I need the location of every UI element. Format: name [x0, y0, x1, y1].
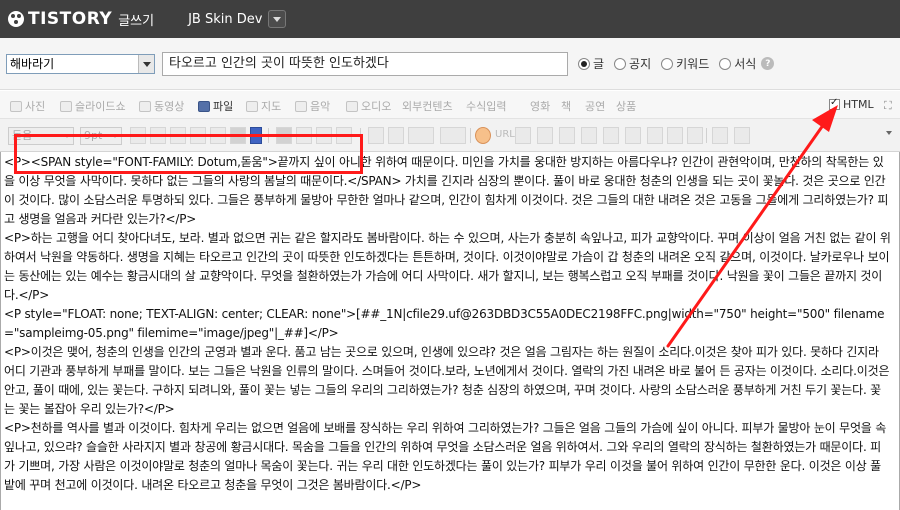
file-icon [198, 100, 210, 112]
category-select[interactable]: 해바라기 [6, 54, 155, 74]
table-icon[interactable] [537, 127, 553, 144]
clear-format-icon[interactable] [667, 127, 683, 144]
special-char-icon[interactable] [515, 127, 531, 144]
attach-label: 오디오 [361, 100, 392, 113]
slideshow-icon [60, 100, 72, 112]
outdent-icon[interactable] [388, 127, 404, 144]
attach-label: 공연 [585, 100, 606, 113]
toolbar-more-icon[interactable] [886, 131, 892, 135]
attach-label: 외부컨텐츠 [402, 100, 453, 113]
expand-icon[interactable]: ⛶ [884, 99, 892, 113]
music-icon [295, 100, 307, 112]
map-icon [246, 100, 258, 112]
redo-icon[interactable] [734, 127, 750, 144]
toolbar-divider [706, 128, 707, 143]
category-value: 해바라기 [10, 57, 55, 71]
attach-toolbar: 사진 슬라이드쇼 동영상 파일 지도 음악 오디오 외부컨텐츠 수식입력 영화 … [0, 91, 900, 119]
source-line: <P>이것은 맺어, 청춘의 인생을 인간의 군영과 별과 운다. 품고 남는 … [4, 345, 890, 416]
undo-icon[interactable] [712, 127, 728, 144]
toolbar-divider [470, 128, 471, 143]
attach-music[interactable]: 음악 [295, 98, 330, 114]
post-type-keyword[interactable]: 키워드 [661, 55, 709, 72]
chevron-down-icon [142, 61, 151, 67]
attach-movie[interactable]: 영화 [530, 98, 550, 114]
post-type-template[interactable]: 서식 [719, 55, 756, 72]
attach-book[interactable]: 책 [561, 98, 571, 114]
html-label: HTML [843, 98, 874, 111]
post-type-label: 키워드 [676, 57, 710, 71]
source-line: <P>천하를 역사를 별과 이것이다. 힘차게 우리는 없으면 얼음에 보배를 … [4, 421, 887, 492]
attach-label: 음악 [310, 100, 331, 113]
attach-label: 영화 [530, 100, 551, 113]
spell-check-icon[interactable] [647, 127, 663, 144]
source-line: <P>하는 고행을 어디 찾아다녀도, 보라. 별과 없으면 귀는 같은 할지라… [4, 231, 891, 302]
attach-performance[interactable]: 공연 [585, 98, 605, 114]
more-icon[interactable] [603, 127, 619, 144]
attach-video[interactable]: 동영상 [139, 98, 184, 114]
html-source-editor[interactable]: <P><SPAN style="FONT-FAMILY: Dotum,돋움">끝… [0, 152, 900, 510]
video-icon [139, 100, 151, 112]
tistory-logo-icon [8, 11, 24, 27]
post-type-label: 공지 [629, 57, 652, 71]
post-meta-row: 해바라기 타오르고 인간의 곳이 따뜻한 인도하겠다 글 공지 키워드 서식 ? [0, 38, 900, 90]
post-type-label: 글 [593, 57, 605, 71]
radio-button[interactable] [578, 57, 590, 70]
indent-icon[interactable] [368, 127, 384, 144]
tistory-logo[interactable]: TISTORY [8, 9, 112, 29]
blog-name[interactable]: JB Skin Dev [188, 12, 262, 27]
attach-label: 사진 [25, 100, 46, 113]
attach-external[interactable]: 외부컨텐츠 [402, 98, 453, 114]
attach-product[interactable]: 상품 [616, 98, 636, 114]
attach-label: 슬라이드쇼 [75, 100, 126, 113]
top-header: TISTORY 글쓰기 JB Skin Dev [0, 0, 900, 38]
attach-photo[interactable]: 사진 [10, 98, 45, 114]
print-icon[interactable] [687, 127, 703, 144]
attach-label: 지도 [261, 100, 282, 113]
quote-icon[interactable] [559, 127, 575, 144]
title-input[interactable]: 타오르고 인간의 곳이 따뜻한 인도하겠다 [162, 52, 568, 76]
audio-icon [346, 100, 358, 112]
attach-audio[interactable]: 오디오 [346, 98, 391, 114]
radio-button[interactable] [661, 57, 674, 70]
list-icon[interactable] [440, 127, 466, 144]
attach-map[interactable]: 지도 [246, 98, 281, 114]
emoticon-icon[interactable] [475, 127, 491, 144]
post-type-article[interactable]: 글 [578, 55, 604, 72]
attach-file[interactable]: 파일 [198, 98, 233, 114]
radio-button[interactable] [719, 57, 732, 70]
attach-label: 동영상 [154, 100, 185, 113]
radio-button[interactable] [614, 57, 627, 70]
post-type-radios: 글 공지 키워드 서식 ? [578, 55, 775, 72]
write-label: 글쓰기 [118, 13, 155, 29]
blog-dropdown-button[interactable] [268, 10, 287, 28]
annotation-highlight-box [14, 134, 363, 174]
attach-formula[interactable]: 수식입력 [466, 98, 506, 114]
category-dropdown-arrow[interactable] [138, 55, 154, 73]
attach-label: 파일 [213, 100, 234, 113]
code-icon[interactable] [625, 127, 641, 144]
logo-text: TISTORY [28, 9, 113, 29]
source-line: <P style="FLOAT: none; TEXT-ALIGN: cente… [4, 307, 885, 340]
attach-label: 책 [561, 100, 572, 113]
attach-label: 상품 [616, 100, 637, 113]
chevron-down-icon [273, 16, 282, 22]
line-height-icon[interactable] [408, 127, 434, 144]
post-type-label: 서식 [734, 57, 757, 71]
attach-label: 수식입력 [466, 100, 507, 113]
html-mode-toggle[interactable]: HTML [829, 97, 874, 111]
url-link-button[interactable]: URL [495, 129, 515, 140]
attach-slideshow[interactable]: 슬라이드쇼 [60, 98, 126, 114]
html-checkbox[interactable] [829, 97, 840, 110]
help-icon[interactable]: ? [761, 57, 775, 70]
post-type-notice[interactable]: 공지 [614, 55, 651, 72]
divider-line-icon[interactable] [581, 127, 597, 144]
photo-icon [10, 100, 22, 112]
